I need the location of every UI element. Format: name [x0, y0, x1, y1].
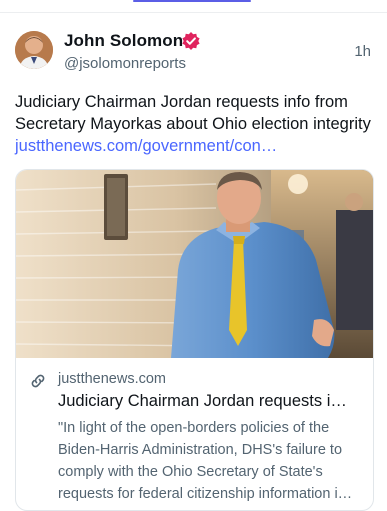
link-title[interactable]: Judiciary Chairman Jordan requests i…: [58, 392, 360, 411]
post-text: Judiciary Chairman Jordan requests info …: [15, 91, 377, 157]
author-name[interactable]: John Solomon: [64, 31, 183, 51]
link-preview-card[interactable]: justthenews.com Judiciary Chairman Jorda…: [15, 169, 374, 511]
post-link[interactable]: justthenews.com/government/con…: [15, 137, 277, 155]
avatar[interactable]: [15, 31, 53, 69]
author-handle[interactable]: @jsolomonreports: [64, 55, 186, 72]
link-preview-image[interactable]: [16, 170, 373, 358]
active-tab-indicator: [133, 0, 251, 2]
verified-badge-icon: [182, 32, 200, 50]
link-preview-meta: justthenews.com Judiciary Chairman Jorda…: [16, 358, 373, 510]
post[interactable]: John Solomon @jsolomonreports 1h Judicia…: [0, 13, 387, 511]
link-description: "In light of the open-borders policies o…: [58, 420, 353, 502]
post-text-body: Judiciary Chairman Jordan requests info …: [15, 93, 371, 133]
link-domain[interactable]: justthenews.com: [58, 371, 166, 387]
post-timestamp[interactable]: 1h: [354, 43, 371, 60]
link-icon: [31, 374, 45, 388]
